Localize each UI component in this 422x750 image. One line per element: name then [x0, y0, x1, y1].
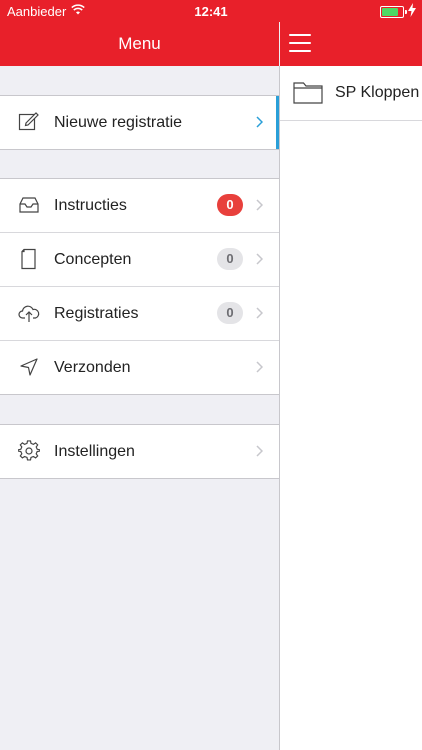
chevron-right-icon — [256, 116, 263, 128]
detail-nav-bar — [280, 22, 422, 66]
menu-item-nieuwe-registratie[interactable]: Nieuwe registratie — [0, 96, 279, 149]
inbox-icon — [19, 197, 39, 213]
status-bar: Aanbieder 12:41 — [0, 0, 422, 22]
count-badge: 0 — [217, 302, 243, 324]
menu-item-label: Registraties — [54, 305, 139, 322]
folder-label: SP Kloppen — [335, 84, 420, 101]
battery-icon — [380, 6, 407, 18]
count-badge: 0 — [217, 194, 243, 216]
folder-list-item[interactable]: SP Kloppen — [280, 66, 422, 121]
menu-item-label: Instructies — [54, 197, 127, 214]
chevron-right-icon — [256, 199, 263, 211]
menu-title: Menu — [0, 22, 279, 66]
gear-icon — [18, 440, 40, 461]
menu-group-main: Instructies 0 Concepten 0 Registraties 0 — [0, 178, 279, 395]
send-icon — [20, 358, 38, 376]
menu-item-instellingen[interactable]: Instellingen — [0, 425, 279, 478]
chevron-right-icon — [256, 253, 263, 265]
menu-panel: Menu Nieuwe registratie Instructies 0 Co… — [0, 0, 279, 750]
menu-item-registraties[interactable]: Registraties 0 — [0, 286, 279, 340]
chevron-right-icon — [256, 445, 263, 457]
menu-item-concepten[interactable]: Concepten 0 — [0, 232, 279, 286]
carrier-label: Aanbieder — [7, 4, 67, 19]
menu-item-label: Verzonden — [54, 359, 131, 376]
menu-item-label: Concepten — [54, 251, 132, 268]
menu-group-new: Nieuwe registratie — [0, 95, 279, 150]
chevron-right-icon — [256, 307, 263, 319]
menu-item-verzonden[interactable]: Verzonden — [0, 340, 279, 394]
cloud-upload-icon — [18, 305, 40, 322]
menu-item-label: Nieuwe registratie — [54, 114, 183, 131]
charging-icon — [408, 3, 416, 17]
folder-icon — [293, 82, 323, 104]
menu-group-settings: Instellingen — [0, 424, 279, 479]
menu-item-instructies[interactable]: Instructies 0 — [0, 179, 279, 232]
count-badge: 0 — [217, 248, 243, 270]
detail-panel: SP Kloppen — [280, 0, 422, 750]
compose-icon — [18, 112, 39, 131]
document-icon — [21, 248, 36, 270]
hamburger-menu-icon[interactable] — [289, 34, 311, 52]
menu-item-label: Instellingen — [54, 443, 135, 460]
chevron-right-icon — [256, 361, 263, 373]
wifi-icon — [71, 4, 85, 15]
